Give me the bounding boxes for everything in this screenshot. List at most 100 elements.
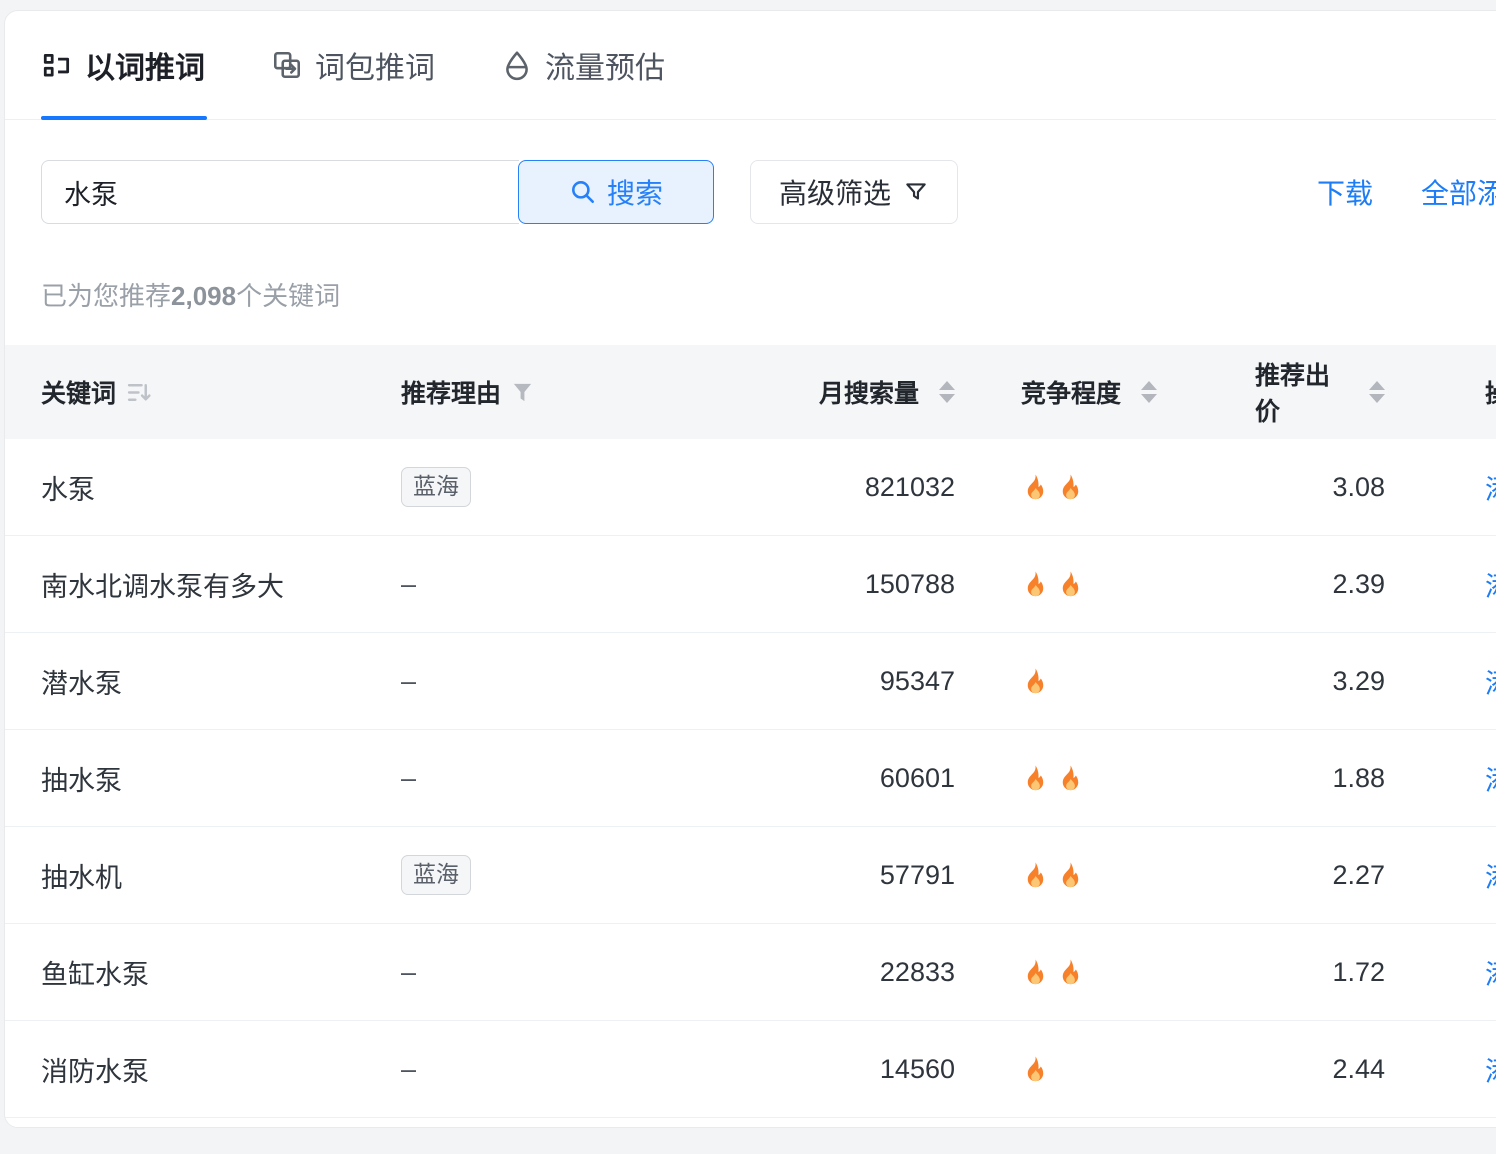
keyword-cell: 消防水泵 [41,1050,401,1089]
add-keyword-link[interactable]: 添加 [1485,759,1496,798]
competition-flames [1021,667,1050,696]
fire-icon [1056,473,1085,502]
add-keyword-link[interactable]: 添加 [1485,1050,1496,1089]
filter-funnel-icon [903,179,929,205]
bid-cell: 3.29 [1255,666,1385,697]
sort-carets-icon[interactable] [1141,381,1157,403]
competition-cell [955,1055,1255,1084]
reason-cell: – [401,763,731,794]
reason-dash: – [401,763,416,794]
volume-cell: 150788 [731,569,955,600]
summary-count: 2,098 [171,281,236,311]
tab-label: 流量预估 [545,43,665,87]
toolbar-links: 下载 全部添加 [1317,160,1496,224]
bid-cell: 3.08 [1255,472,1385,503]
table-row: 鱼缸水泵 – 22833 1.72 添加 [5,924,1496,1021]
action-cell: 添加 [1385,662,1496,701]
reason-cell: – [401,666,731,697]
volume-text: 821032 [865,472,955,503]
keyword-text: 抽水机 [41,856,122,895]
competition-flames [1021,861,1085,890]
table-row: 抽水机 蓝海 57791 2.27 添加 [5,827,1496,924]
sort-carets-icon[interactable] [1369,381,1385,403]
volume-cell: 14560 [731,1054,955,1085]
col-header-bid[interactable]: 推荐出价 [1255,356,1385,428]
fire-icon [1021,473,1050,502]
bid-cell: 2.39 [1255,569,1385,600]
bid-text: 1.88 [1332,763,1385,794]
col-header-volume[interactable]: 月搜索量 [731,374,955,410]
bid-text: 3.29 [1332,666,1385,697]
action-cell: 添加 [1385,468,1496,507]
fire-icon [1021,958,1050,987]
keyword-cell: 潜水泵 [41,662,401,701]
volume-cell: 22833 [731,957,955,988]
competition-cell [955,764,1255,793]
bid-cell: 2.27 [1255,860,1385,891]
keyword-text: 鱼缸水泵 [41,953,149,992]
add-keyword-link[interactable]: 添加 [1485,565,1496,604]
download-link[interactable]: 下载 [1317,172,1373,212]
search-button[interactable]: 搜索 [518,160,714,224]
competition-flames [1021,473,1085,502]
fire-icon [1021,570,1050,599]
fire-icon [1021,764,1050,793]
keyword-text: 潜水泵 [41,662,122,701]
bid-text: 1.72 [1332,957,1385,988]
filter-funnel-filled-icon[interactable] [511,381,534,404]
search-icon [569,178,597,206]
advanced-filter-button[interactable]: 高级筛选 [750,160,958,224]
fire-icon [1021,667,1050,696]
tab-word-to-word[interactable]: 以词推词 [41,43,205,87]
fire-icon [1056,861,1085,890]
add-all-link[interactable]: 全部添加 [1421,172,1496,212]
fire-icon [1056,958,1085,987]
tab-word-pack[interactable]: 词包推词 [271,43,435,87]
recommend-summary: 已为您推荐2,098个关键词 [41,276,1496,313]
col-label: 推荐理由 [401,374,501,410]
search-input[interactable] [41,160,519,224]
action-cell: 添加 [1385,1050,1496,1089]
table-row: 电子水泵 – 14030 2.05 添加 [5,1118,1496,1128]
add-keyword-link[interactable]: 添加 [1485,953,1496,992]
word-pack-icon [271,49,303,81]
competition-cell [955,667,1255,696]
add-keyword-link[interactable]: 添加 [1485,662,1496,701]
col-label: 推荐出价 [1255,356,1349,428]
reason-dash: – [401,569,416,600]
reason-dash: – [401,957,416,988]
keyword-text: 抽水泵 [41,759,122,798]
tab-traffic-estimate[interactable]: 流量预估 [501,43,665,87]
bid-text: 2.39 [1332,569,1385,600]
col-header-keyword[interactable]: 关键词 [41,374,401,410]
action-cell: 添加 [1385,953,1496,992]
tab-bar: 以词推词 词包推词 流量预估 [5,11,1496,120]
sort-lines-icon[interactable] [126,379,153,406]
col-label: 月搜索量 [819,374,919,410]
table-row: 南水北调水泵有多大 – 150788 2.39 添加 [5,536,1496,633]
competition-flames [1021,958,1085,987]
keyword-tool-panel: 以词推词 词包推词 流量预估 [4,10,1496,1128]
col-header-competition[interactable]: 竞争程度 [955,374,1255,410]
advanced-filter-label: 高级筛选 [779,172,891,212]
blue-ocean-badge: 蓝海 [401,467,471,507]
action-cell: 添加 [1385,856,1496,895]
reason-cell: – [401,569,731,600]
reason-dash: – [401,666,416,697]
action-cell: 添加 [1385,565,1496,604]
tab-label: 以词推词 [85,43,205,87]
sort-carets-icon[interactable] [939,381,955,403]
active-tab-underline [41,116,207,120]
keyword-text: 消防水泵 [41,1050,149,1089]
competition-cell [955,473,1255,502]
reason-cell: – [401,1054,731,1085]
add-keyword-link[interactable]: 添加 [1485,468,1496,507]
table-header: 关键词 推荐理由 月搜索量 竞争程度 [5,345,1496,439]
keyword-cell: 南水北调水泵有多大 [41,565,401,604]
keyword-cell: 水泵 [41,468,401,507]
col-header-reason[interactable]: 推荐理由 [401,374,731,410]
traffic-estimate-icon [501,49,533,81]
blue-ocean-badge: 蓝海 [401,855,471,895]
add-keyword-link[interactable]: 添加 [1485,856,1496,895]
volume-text: 150788 [865,569,955,600]
